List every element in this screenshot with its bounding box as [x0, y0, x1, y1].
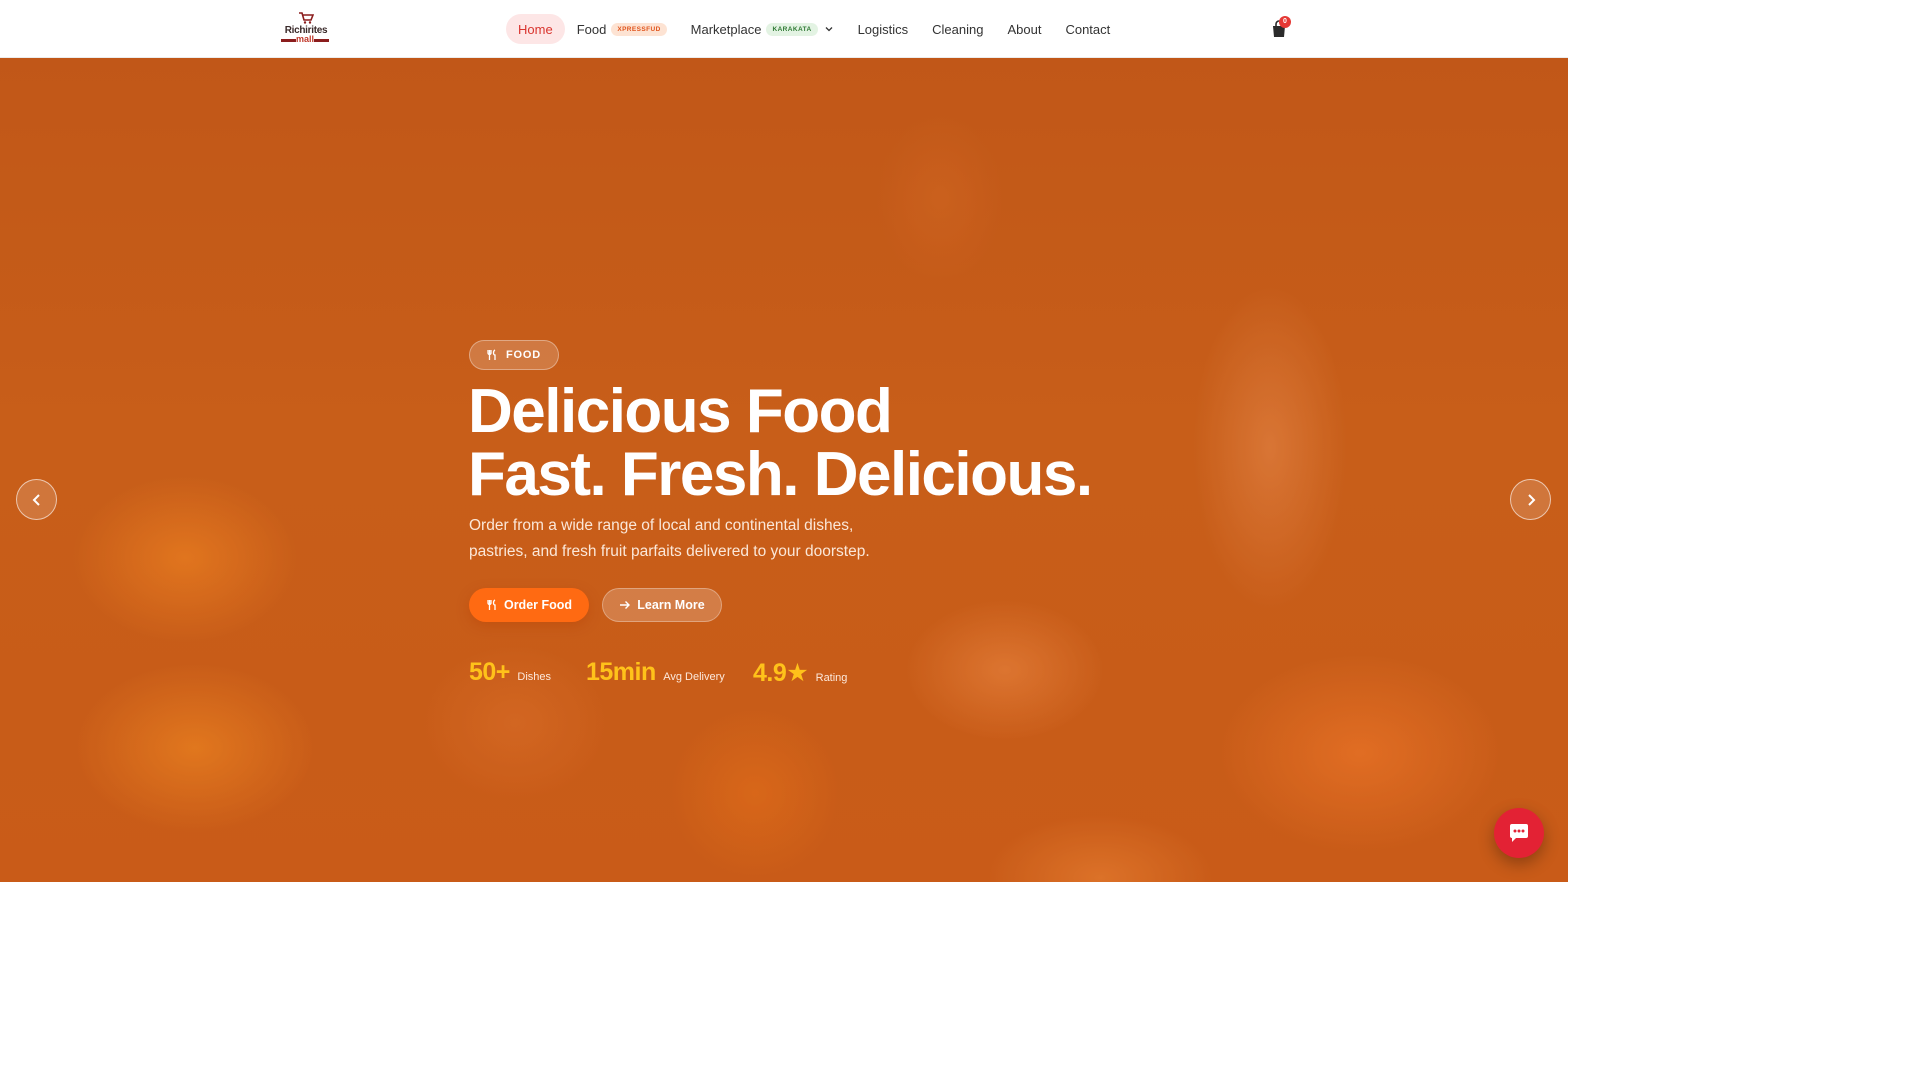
- learn-more-label: Learn More: [637, 598, 705, 612]
- site-header: Richirites mall Home Food XPRESSFUD Mark…: [0, 0, 1568, 58]
- nav-home-label: Home: [518, 21, 553, 37]
- nav-contact-label: Contact: [1065, 21, 1111, 37]
- nav-about-label: About: [1007, 21, 1042, 37]
- brand-subname: mall: [295, 34, 314, 44]
- main-nav: Home Food XPRESSFUD Marketplace KARAKATA…: [506, 14, 1122, 44]
- nav-marketplace[interactable]: Marketplace KARAKATA: [679, 14, 846, 44]
- utensils-icon: [487, 599, 496, 610]
- stat-label: Avg Delivery: [663, 671, 725, 683]
- nav-home[interactable]: Home: [506, 14, 565, 44]
- stat-value: 4.9★: [753, 659, 809, 687]
- carousel-prev-button[interactable]: [16, 479, 57, 520]
- nav-logistics[interactable]: Logistics: [846, 14, 921, 44]
- category-pill: FOOD: [469, 340, 559, 370]
- chevron-right-icon: [1527, 493, 1535, 506]
- cart-count-badge: 0: [1279, 16, 1291, 28]
- headline-line-2: Fast. Fresh. Delicious.: [468, 440, 1093, 509]
- order-food-button[interactable]: Order Food: [469, 588, 589, 622]
- nav-logistics-label: Logistics: [857, 21, 909, 37]
- chat-button[interactable]: [1494, 808, 1544, 858]
- nav-contact[interactable]: Contact: [1053, 14, 1122, 44]
- category-label: FOOD: [506, 349, 541, 361]
- hero-subtext: Order from a wide range of local and con…: [469, 517, 870, 560]
- stat-label: Rating: [815, 672, 848, 684]
- food-badge: XPRESSFUD: [611, 22, 667, 36]
- stat-value: 15min: [586, 658, 656, 686]
- nav-marketplace-label: Marketplace: [690, 21, 762, 37]
- marketplace-badge: KARAKATA: [766, 22, 818, 36]
- utensils-icon: [487, 349, 496, 360]
- cart-logo-icon: [299, 12, 314, 24]
- chevron-down-icon: [825, 27, 833, 32]
- stat-value: 50+: [469, 658, 510, 686]
- hero-headline: Delicious Food Fast. Fresh. Delicious.: [468, 380, 1168, 506]
- nav-cleaning[interactable]: Cleaning: [920, 14, 995, 44]
- arrow-right-icon: [620, 601, 631, 609]
- carousel-next-button[interactable]: [1510, 479, 1551, 520]
- hero-banner: FOOD Delicious Food Fast. Fresh. Delicio…: [0, 58, 1568, 882]
- stat-delivery: 15min Avg Delivery: [586, 658, 725, 687]
- stat-dishes: 50+ Dishes: [469, 658, 551, 687]
- learn-more-button[interactable]: Learn More: [602, 588, 722, 622]
- nav-cleaning-label: Cleaning: [932, 21, 984, 37]
- stat-label: Dishes: [517, 671, 551, 683]
- nav-about[interactable]: About: [995, 14, 1053, 44]
- order-food-label: Order Food: [503, 598, 573, 612]
- brand-logo[interactable]: Richirites mall: [281, 12, 331, 46]
- chat-bubble-icon: [1510, 824, 1528, 842]
- headline-line-1: Delicious Food: [468, 377, 893, 446]
- nav-food-label: Food: [576, 21, 607, 37]
- stat-rating: 4.9★ Rating: [753, 658, 847, 688]
- nav-food[interactable]: Food XPRESSFUD: [565, 14, 679, 44]
- chevron-left-icon: [32, 493, 40, 506]
